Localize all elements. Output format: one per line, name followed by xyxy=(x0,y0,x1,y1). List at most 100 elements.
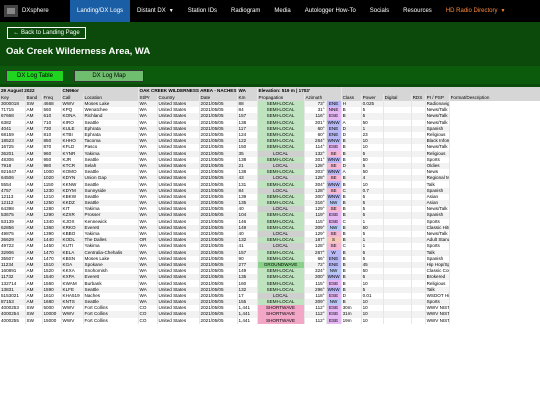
info-grid: CN96or xyxy=(61,87,139,94)
table-cell: WWV NIST Time xyxy=(425,311,450,318)
info-location: OAK CREEK WILDERNESS AREA - NACHES xyxy=(138,87,238,94)
table-cell: Fort Collins xyxy=(83,317,139,324)
column-header[interactable]: Class xyxy=(341,94,362,101)
nav-label: Station IDs xyxy=(187,8,218,14)
column-header[interactable]: RDS xyxy=(411,94,426,101)
chevron-down-icon: ▼ xyxy=(500,8,506,14)
column-header[interactable]: Key xyxy=(0,94,26,101)
table-cell: Adult Standards xyxy=(425,237,450,244)
dxsphere-logo-icon xyxy=(4,5,18,17)
brand-name: DXsphere xyxy=(22,8,49,14)
table-cell: 15000 xyxy=(42,317,62,324)
button-label: DX Log Map xyxy=(92,73,126,79)
table-cell: CO xyxy=(138,317,158,324)
column-header[interactable]: Power xyxy=(361,94,384,101)
top-nav-bar: DXsphere Landing/DX Logs Distant DX ▼ Sta… xyxy=(0,0,540,22)
nav-label: Socials xyxy=(369,8,390,14)
page-title: Oak Creek Wilderness Area, WA xyxy=(6,46,151,57)
column-header[interactable]: Format/Description xyxy=(449,94,540,101)
table-cell: SHORTWAVE xyxy=(257,317,305,324)
table-cell: WNW xyxy=(326,119,342,126)
column-header[interactable]: St/Pr xyxy=(138,94,158,101)
table-cell: WNW xyxy=(326,138,342,145)
nav-label: Landing/DX Logs xyxy=(77,8,124,14)
table-cell: WNW xyxy=(326,169,342,176)
info-elevation: Elevation: 519 m | 1703' xyxy=(257,87,342,94)
column-header[interactable]: PI / PSP xyxy=(425,94,450,101)
table-cell: ESE xyxy=(326,317,342,324)
back-to-landing-button[interactable]: ← Back to Landing Page xyxy=(7,27,86,39)
table-cell: News/Talk xyxy=(425,144,450,151)
nav-media[interactable]: Media xyxy=(267,0,297,22)
table-cell: WNW xyxy=(326,274,342,281)
nav-landing-dx-logs[interactable]: Landing/DX Logs xyxy=(70,0,131,22)
table-cell: WWV NIST Time xyxy=(425,317,450,324)
table-cell: Regional Mexican xyxy=(425,175,450,182)
nav-label: Autologger How-To xyxy=(304,8,356,14)
table-cell: GROUNDWAVE xyxy=(257,261,305,269)
info-blank xyxy=(341,87,540,94)
table-cell xyxy=(411,317,426,324)
table-cell: News/Talk xyxy=(425,206,450,213)
column-header[interactable]: Band xyxy=(25,94,43,101)
nav-hd-radio-directory[interactable]: HD Radio Directory ▼ xyxy=(439,0,513,22)
table-cell: 10 xyxy=(361,317,384,324)
column-header[interactable]: Location xyxy=(83,94,139,101)
table-cell: News/Talk xyxy=(425,107,450,114)
table-cell: Black Information xyxy=(425,138,450,145)
nav-distant-dx[interactable]: Distant DX ▼ xyxy=(130,0,181,22)
nav-label: Media xyxy=(274,8,291,14)
table-cell: WWV NIST Time xyxy=(425,305,450,312)
table-cell: Hip Hop/Sports xyxy=(425,261,450,269)
table-cell: News/Talk xyxy=(425,113,450,120)
dx-log-table-container[interactable]: 29 August 2022 CN96or OAK CREEK WILDERNE… xyxy=(0,87,540,405)
table-cell: SW xyxy=(25,317,43,324)
nav-autologger-how-to[interactable]: Autologger How-To xyxy=(298,0,363,22)
table-row[interactable]: 4000255 SW 15000 WWV Fort Collins CO United St… xyxy=(0,317,540,324)
info-state: WA xyxy=(237,87,258,94)
table-cell: WNW xyxy=(326,181,342,188)
nav-label: Radiogram xyxy=(231,8,261,14)
column-header[interactable]: Km xyxy=(237,94,258,101)
button-label: DX Log Table xyxy=(17,73,53,79)
table-cell: Religious xyxy=(425,150,450,157)
table-header-row: Key Band Freq Call Location St/Pr Country Date K… xyxy=(0,94,540,101)
table-cell: 112° xyxy=(304,317,327,324)
dx-log-table: 29 August 2022 CN96or OAK CREEK WILDERNE… xyxy=(0,87,540,324)
table-cell: WNW xyxy=(326,286,342,293)
column-header[interactable]: Country xyxy=(157,94,200,101)
table-cell: WNW xyxy=(326,193,342,200)
info-date: 29 August 2022 xyxy=(0,87,62,94)
table-cell: WNW xyxy=(326,156,342,163)
back-label: ← Back to Landing Page xyxy=(13,30,80,36)
table-cell: Religious xyxy=(425,280,450,287)
column-header[interactable]: Propagation xyxy=(257,94,305,101)
dx-log-map-button[interactable]: DX Log Map xyxy=(74,70,144,82)
dx-log-table-button[interactable]: DX Log Table xyxy=(6,70,64,82)
table-cell: Radionavigation xyxy=(425,101,450,108)
table-cell: WWV xyxy=(61,317,84,324)
table-body: 3000018 SW 4668 WWV Moses Lake WA United State… xyxy=(0,101,540,324)
chevron-down-icon: ▼ xyxy=(168,8,174,14)
table-cell: United States xyxy=(157,317,200,324)
nav-socials[interactable]: Socials xyxy=(363,0,396,22)
table-cell: Religious xyxy=(425,131,450,139)
nav-radiogram[interactable]: Radiogram xyxy=(224,0,267,22)
nav-station-ids[interactable]: Station IDs xyxy=(181,0,224,22)
brand[interactable]: DXsphere xyxy=(0,5,70,17)
nav-label: Distant DX xyxy=(137,8,166,14)
table-cell xyxy=(383,317,412,324)
table-cell: WSDOT Highway xyxy=(425,292,450,299)
column-header[interactable]: Date xyxy=(199,94,238,101)
nav-resources[interactable]: Resources xyxy=(396,0,439,22)
table-info-row: 29 August 2022 CN96or OAK CREEK WILDERNE… xyxy=(0,87,540,94)
column-header[interactable]: Call xyxy=(61,94,84,101)
nav-label: Resources xyxy=(403,8,432,14)
table-cell: 1,441 xyxy=(237,317,258,324)
column-header[interactable]: Digital xyxy=(383,94,412,101)
column-header[interactable]: Freq xyxy=(42,94,62,101)
column-header[interactable]: Azimuth xyxy=(304,94,342,101)
table-cell: 19m xyxy=(341,317,362,324)
table-cell: News/Talk xyxy=(425,230,450,238)
table-cell: Classic Hits/Sports xyxy=(425,224,450,231)
